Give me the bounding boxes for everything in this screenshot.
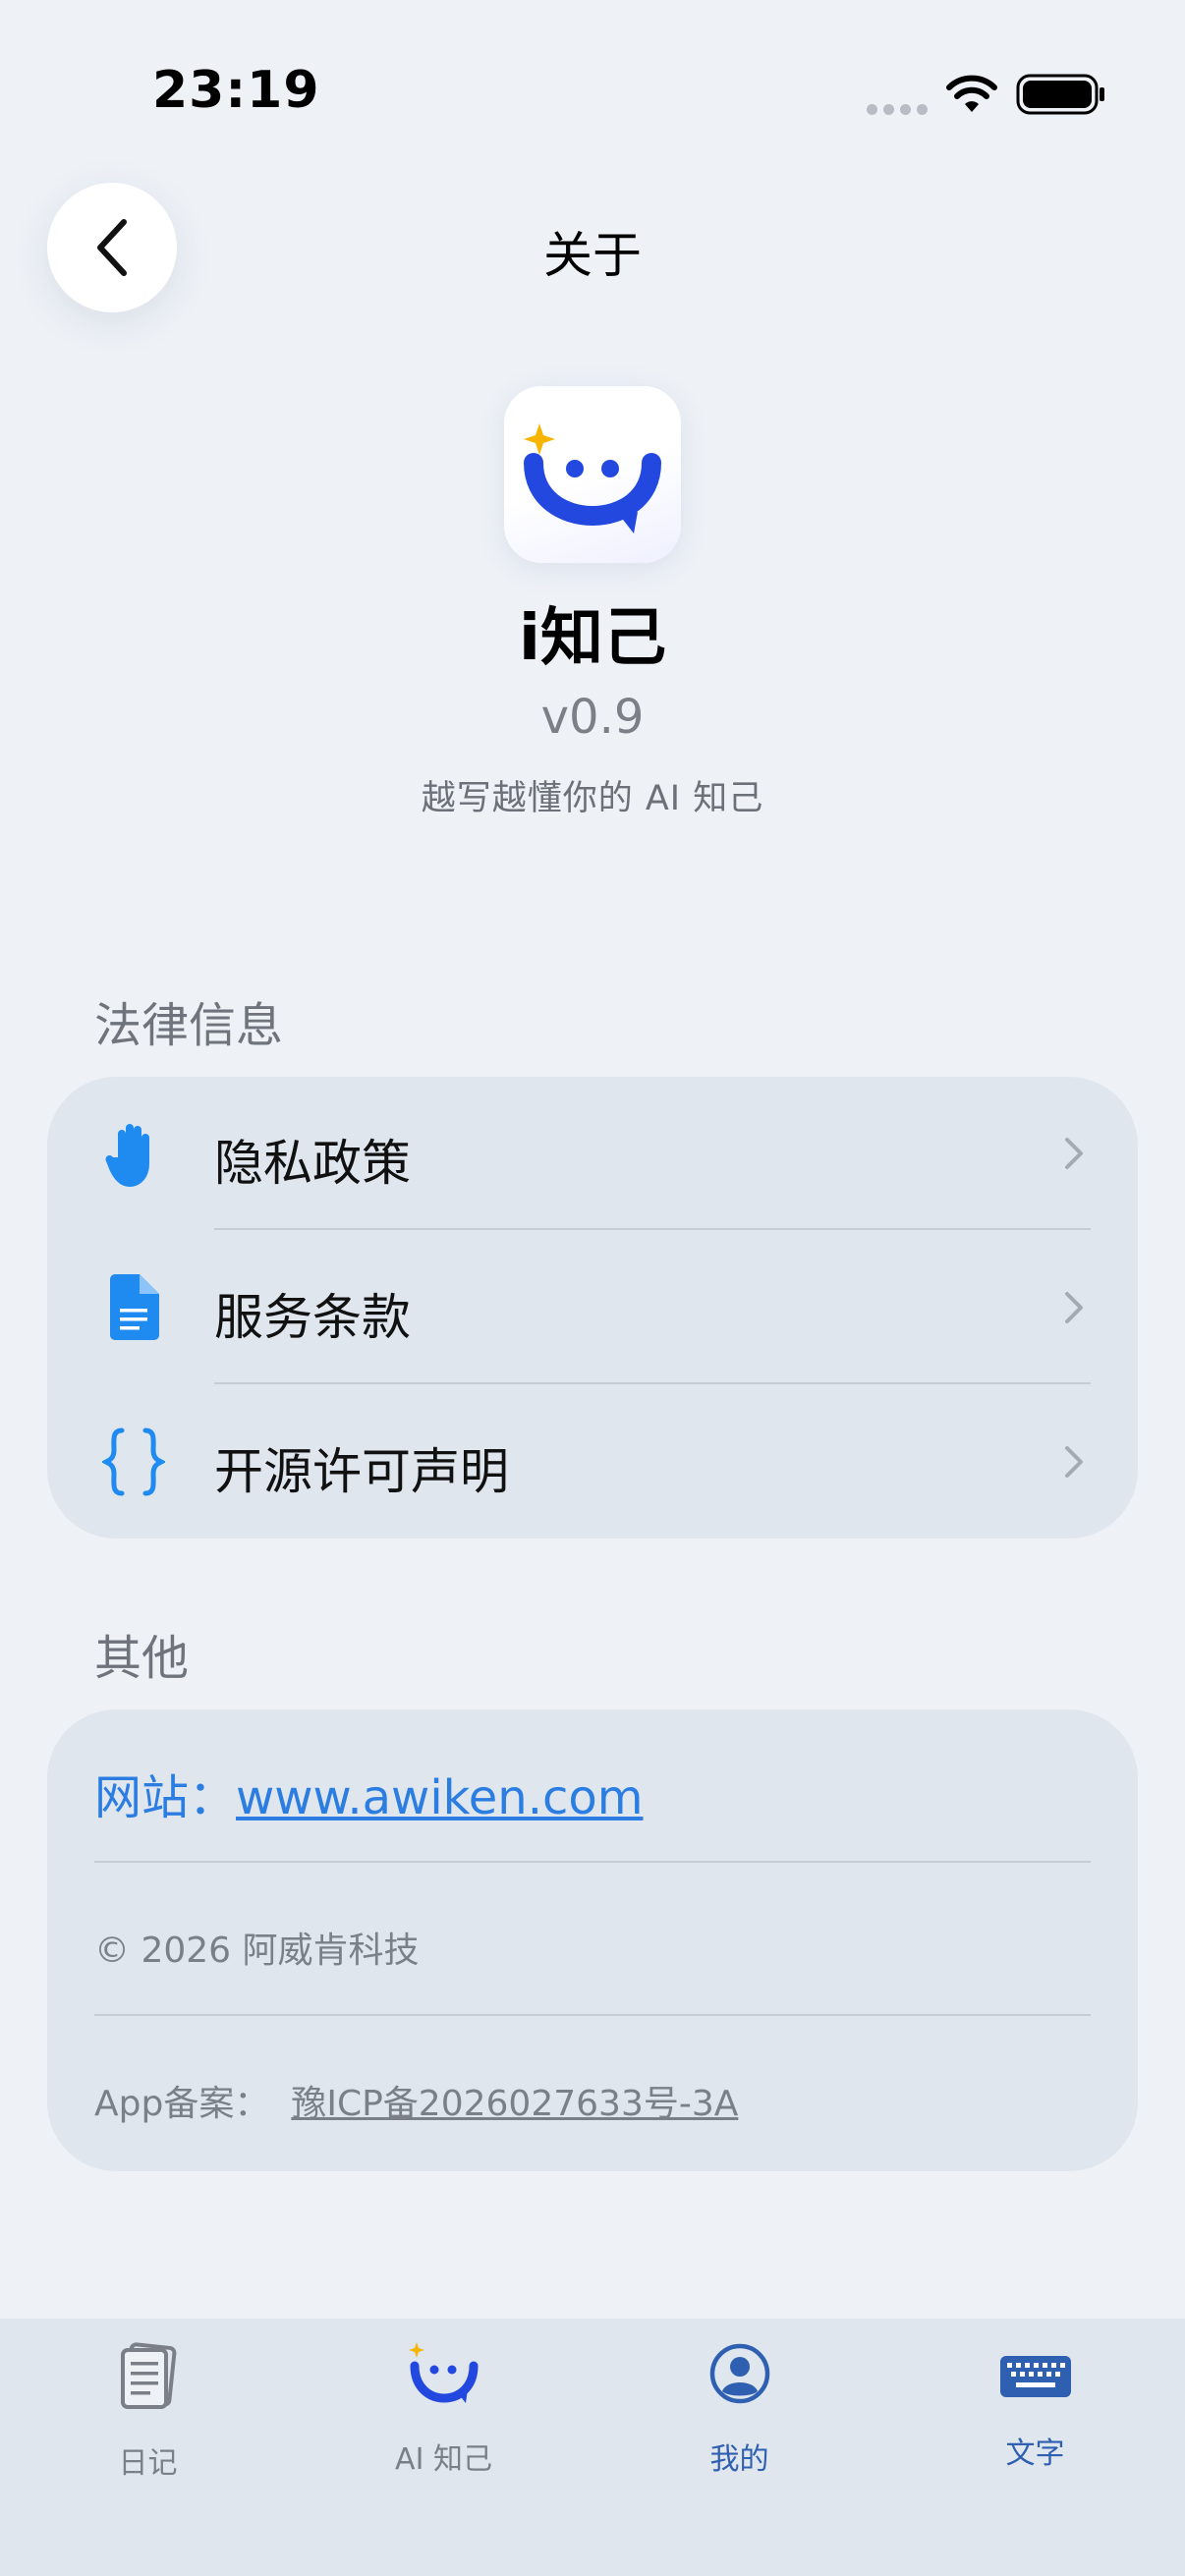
legal-section-title: 法律信息 [94, 998, 284, 1053]
document-icon [98, 1272, 169, 1343]
status-time: 23:19 [152, 61, 320, 120]
ai-smile-logo-icon [524, 423, 661, 533]
tab-bar: 日记 AI 知己 我的 文字 [0, 2319, 1185, 2576]
chevron-right-icon [1065, 1446, 1083, 1478]
tab-ai-zhiji[interactable]: AI 知己 [296, 2319, 592, 2515]
app-name: i知己 [519, 602, 666, 675]
terms-of-service-label: 服务条款 [214, 1289, 411, 1346]
ai-smile-icon [408, 2342, 478, 2403]
website-label: 网站： [94, 1770, 237, 1825]
hand-raised-icon [98, 1118, 169, 1189]
tab-text[interactable]: 文字 [887, 2319, 1183, 2515]
legal-card: 隐私政策 服务条款 开源许可声明 [47, 1077, 1138, 1539]
wifi-icon [946, 75, 997, 112]
app-tagline: 越写越懂你的 AI 知己 [421, 779, 764, 818]
icp-line: App备案： 豫ICP备2026027633号-3A [94, 2075, 738, 2126]
diary-icon [120, 2342, 176, 2409]
other-section-title: 其他 [94, 1631, 190, 1686]
other-card: 网站：www.awiken.com © 2026 阿威肯科技 App备案： 豫IC… [47, 1709, 1138, 2171]
app-logo [504, 386, 681, 563]
profile-icon [709, 2343, 769, 2404]
tab-text-label: 文字 [1005, 2436, 1065, 2471]
chevron-right-icon [1065, 1292, 1083, 1323]
website-link[interactable]: www.awiken.com [236, 1770, 643, 1825]
divider [214, 1228, 1091, 1230]
terms-of-service-row[interactable]: 服务条款 [47, 1231, 1138, 1384]
divider [214, 1382, 1091, 1384]
chevron-right-icon [1065, 1138, 1083, 1169]
cellular-signal-icon [867, 104, 928, 115]
open-source-licenses-row[interactable]: 开源许可声明 [47, 1385, 1138, 1539]
tab-diary-label: 日记 [118, 2446, 178, 2481]
icp-number-link[interactable]: 豫ICP备2026027633号-3A [291, 2084, 738, 2124]
tab-profile-label: 我的 [709, 2442, 769, 2477]
divider [94, 2014, 1091, 2016]
privacy-policy-label: 隐私政策 [214, 1135, 411, 1192]
open-source-licenses-label: 开源许可声明 [214, 1443, 509, 1500]
tab-profile[interactable]: 我的 [592, 2319, 887, 2515]
keyboard-icon [999, 2356, 1071, 2397]
app-version: v0.9 [540, 690, 645, 745]
curly-braces-icon [98, 1427, 169, 1497]
icp-label: App备案： [94, 2084, 270, 2124]
website-line: 网站：www.awiken.com [94, 1759, 643, 1827]
copyright-text: © 2026 阿威肯科技 [94, 1931, 420, 1971]
status-icons [867, 69, 1104, 122]
page-title: 关于 [543, 227, 642, 284]
privacy-policy-row[interactable]: 隐私政策 [47, 1077, 1138, 1230]
tab-diary[interactable]: 日记 [0, 2319, 296, 2515]
battery-icon [1016, 74, 1104, 115]
divider [94, 1861, 1091, 1863]
tab-ai-zhiji-label: AI 知己 [395, 2442, 492, 2477]
